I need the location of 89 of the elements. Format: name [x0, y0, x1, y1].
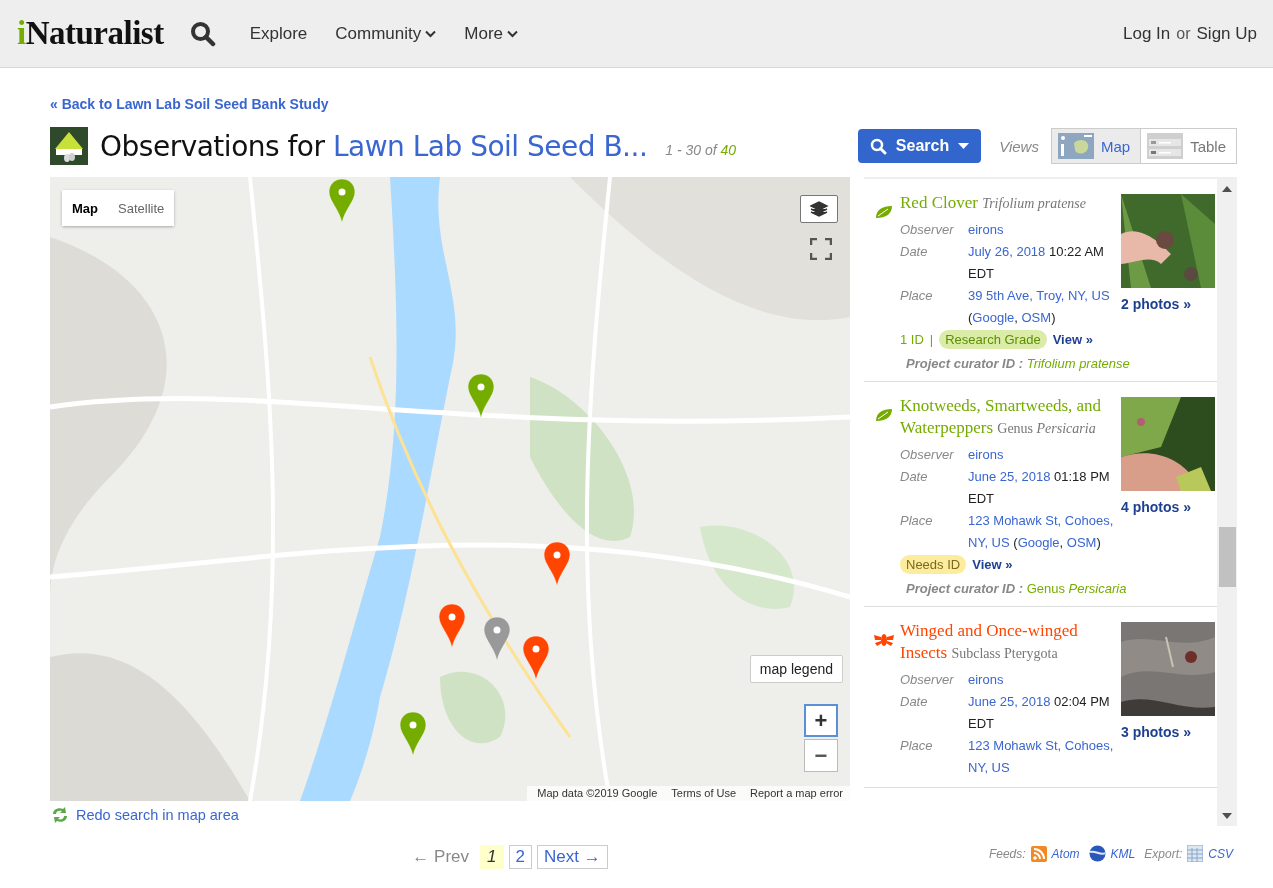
field-label: Observer — [900, 671, 955, 689]
field-value: 39 5th Ave, Troy, NY, US (Google, OSM) — [968, 287, 1111, 327]
id-count: 1 ID — [900, 332, 924, 347]
view-link[interactable]: View » — [972, 557, 1013, 572]
page-number[interactable]: 1 — [480, 845, 504, 869]
curator-id: Project curator ID : Genus Persicaria — [906, 580, 1127, 596]
caret-icon[interactable] — [425, 29, 437, 38]
map-pin-icon[interactable] — [400, 712, 426, 756]
spreadsheet-icon — [1187, 845, 1204, 862]
layers-icon — [809, 201, 829, 217]
map-pin-icon[interactable] — [523, 636, 549, 680]
map-pin-icon[interactable] — [439, 604, 465, 648]
signup-link[interactable]: Sign Up — [1196, 23, 1257, 44]
globe-icon — [1088, 845, 1106, 862]
quality-grade-badge: Research Grade — [939, 330, 1047, 349]
map-attribution[interactable]: Terms of Use — [671, 787, 737, 799]
taxon-name[interactable]: Knotweeds, Smartweeds, and Waterpeppers Genus Persicaria — [900, 395, 1118, 440]
page-title: Observations for Lawn Lab Soil Seed B... — [100, 129, 648, 163]
photos-link[interactable]: 2 photos » — [1121, 296, 1191, 312]
caret-icon[interactable] — [507, 29, 518, 38]
field-label: Observer — [900, 221, 955, 239]
redo-search-link[interactable]: Redo search in map area — [50, 806, 850, 824]
map-pin-icon[interactable] — [468, 374, 494, 418]
rss-icon — [1030, 845, 1047, 862]
table-icon — [1147, 133, 1184, 159]
fullscreen-icon[interactable] — [810, 238, 832, 260]
back-link[interactable]: « Back to Lawn Lab Soil Seed Bank Study — [50, 96, 329, 112]
nav-link[interactable]: Explore — [249, 23, 308, 44]
view-toggle[interactable]: Map — [1051, 129, 1142, 163]
field-value: June 25, 2018 02:04 PM EDT — [968, 693, 1111, 733]
field-label: Date — [900, 243, 929, 261]
taxon-name[interactable]: Red Clover Trifolium pratense — [900, 192, 1118, 215]
kml-link[interactable]: KML — [1110, 846, 1136, 861]
field-label: Date — [900, 468, 929, 486]
field-value: eirons — [968, 671, 1005, 689]
search-icon — [869, 137, 887, 155]
csv-export-link[interactable]: CSV — [1208, 846, 1233, 861]
map-type-tab[interactable]: Map — [62, 190, 108, 226]
field-value: 123 Mohawk St, Cohoes, NY, US — [968, 737, 1115, 777]
search-button[interactable]: Search — [857, 129, 982, 163]
or-text: or — [1176, 24, 1191, 43]
map-type-tab[interactable]: Satellite — [108, 190, 175, 226]
map-pin-icon[interactable] — [484, 617, 510, 661]
project-link[interactable]: Lawn Lab Soil Seed B... — [332, 129, 648, 163]
field-label: Place — [900, 737, 934, 755]
scroll-down-icon[interactable] — [1222, 813, 1232, 819]
taxon-name[interactable]: Winged and Once-winged Insects Subclass Pterygota — [900, 620, 1118, 665]
field-label: Place — [900, 512, 934, 530]
field-value: eirons — [968, 446, 1005, 464]
photos-link[interactable]: 4 photos » — [1121, 499, 1191, 515]
atom-feed-link[interactable]: Atom — [1051, 846, 1080, 861]
field-value: July 26, 2018 10:22 AM EDT — [968, 243, 1105, 283]
caret-icon — [958, 142, 970, 150]
map-pin-icon[interactable] — [329, 179, 355, 223]
feeds-label: Feeds: — [988, 846, 1026, 861]
quality-grade-badge: Needs ID — [900, 555, 967, 574]
field-label: Place — [900, 287, 934, 305]
project-icon — [50, 127, 88, 165]
photos-link[interactable]: 3 photos » — [1121, 724, 1191, 740]
field-value: eirons — [968, 221, 1005, 239]
views-label: Views — [999, 137, 1039, 155]
curator-id: Project curator ID : Trifolium pratense — [906, 355, 1130, 371]
field-value: 123 Mohawk St, Cohoes, NY, US (Google, OSM) — [968, 512, 1115, 552]
zoom-in-button[interactable]: + — [804, 704, 838, 737]
result-count: 1 - 30 of 40 — [665, 142, 737, 158]
page-number[interactable]: 2 — [508, 845, 532, 869]
map-attribution[interactable]: Report a map error — [750, 787, 843, 799]
layers-button[interactable] — [800, 195, 838, 223]
scroll-up-icon[interactable] — [1222, 186, 1232, 192]
login-link[interactable]: Log In — [1123, 23, 1171, 44]
scrollbar-thumb[interactable] — [1218, 527, 1236, 587]
export-label: Export: — [1144, 846, 1183, 861]
nav-link[interactable]: More — [464, 23, 518, 44]
map-icon — [1057, 133, 1094, 159]
view-link[interactable]: View » — [1052, 332, 1093, 347]
field-label: Observer — [900, 446, 955, 464]
scrollbar[interactable] — [1217, 179, 1237, 826]
map-attribution: Map data ©2019 Google — [537, 787, 658, 799]
separator: | — [929, 332, 934, 347]
map-pin-icon[interactable] — [544, 542, 570, 586]
map-legend-button[interactable]: map legend — [749, 655, 843, 683]
next-page-link[interactable]: Next → — [536, 845, 608, 869]
field-label: Date — [900, 693, 929, 711]
site-logo[interactable]: iNaturalist — [17, 15, 164, 52]
field-value: June 25, 2018 01:18 PM EDT — [968, 468, 1111, 508]
nav-link[interactable]: Community — [335, 23, 437, 44]
zoom-out-button[interactable]: − — [804, 739, 838, 772]
search-icon[interactable] — [189, 20, 216, 47]
refresh-icon — [50, 806, 70, 824]
